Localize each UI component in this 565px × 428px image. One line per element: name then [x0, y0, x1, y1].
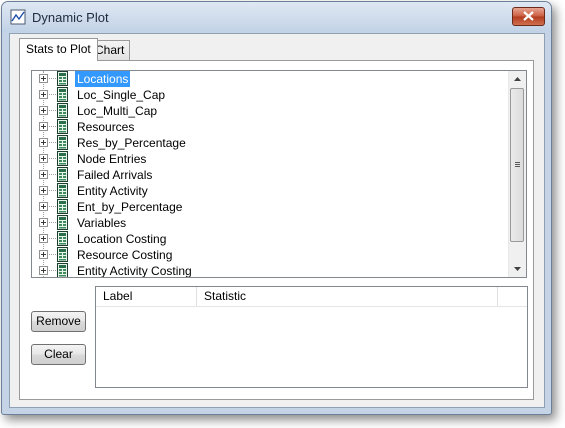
table-icon: [57, 135, 68, 150]
tree-item-label: Location Costing: [77, 232, 167, 246]
scroll-down-button[interactable]: [509, 260, 526, 277]
tree-scrollbar[interactable]: [508, 71, 526, 277]
table-icon: [57, 263, 68, 277]
stats-to-plot-panel: Locations Loc_Single_Cap Loc_Multi_Cap Reso…: [19, 60, 534, 400]
tree-item-label: Variables: [77, 216, 127, 230]
expand-plus-icon[interactable]: [39, 138, 48, 147]
expand-plus-icon[interactable]: [39, 90, 48, 99]
tree-item[interactable]: Res_by_Percentage: [32, 135, 510, 151]
tree-item[interactable]: Resource Costing: [32, 247, 510, 263]
close-icon: [523, 11, 534, 21]
title-bar[interactable]: Dynamic Plot: [2, 2, 551, 32]
tree-item[interactable]: Ent_by_Percentage: [32, 199, 510, 215]
expand-plus-icon[interactable]: [39, 186, 48, 195]
tree-item-label: Failed Arrivals: [77, 168, 153, 182]
tree-item[interactable]: Entity Activity: [32, 183, 510, 199]
tree-connector: [49, 270, 56, 271]
expand-plus-icon[interactable]: [39, 106, 48, 115]
expand-plus-icon[interactable]: [39, 154, 48, 163]
column-header-statistic[interactable]: Statistic: [197, 287, 498, 306]
tree-connector: [49, 158, 56, 159]
tree-connector: [49, 110, 56, 111]
scroll-thumb[interactable]: [510, 88, 524, 242]
tree-item[interactable]: Variables: [32, 215, 510, 231]
tree-item[interactable]: Locations: [32, 71, 510, 87]
tree-connector: [49, 78, 56, 79]
expand-plus-icon[interactable]: [39, 122, 48, 131]
scroll-up-button[interactable]: [509, 71, 526, 88]
tree-item[interactable]: Loc_Single_Cap: [32, 87, 510, 103]
tree-connector: [49, 174, 56, 175]
grip-line: [515, 162, 520, 163]
tree-connector: [49, 254, 56, 255]
table-icon: [57, 151, 68, 166]
tree-item-label: Loc_Multi_Cap: [77, 104, 158, 118]
tree-item-label: Loc_Single_Cap: [77, 88, 166, 102]
window-title: Dynamic Plot: [32, 10, 109, 25]
plot-stats-list[interactable]: Label Statistic: [95, 286, 528, 388]
list-header: Label Statistic: [96, 287, 527, 307]
tree-item[interactable]: Resources: [32, 119, 510, 135]
arrow-down-icon: [514, 267, 521, 271]
tree-item-label: Resources: [77, 120, 135, 134]
dynamic-plot-window: Dynamic Plot Stats to Plot Chart Locatio…: [1, 1, 552, 415]
table-icon: [57, 247, 68, 262]
tree-item-label: Locations: [75, 71, 131, 87]
tree-connector: [49, 238, 56, 239]
grip-line: [515, 164, 520, 165]
expand-plus-icon[interactable]: [39, 250, 48, 259]
table-icon: [57, 199, 68, 214]
dialog-client-area: Stats to Plot Chart Locations Loc_Single_…: [9, 33, 545, 408]
expand-plus-icon[interactable]: [39, 170, 48, 179]
tree-connector: [49, 222, 56, 223]
expand-plus-icon[interactable]: [39, 202, 48, 211]
tab-stats-to-plot[interactable]: Stats to Plot: [19, 38, 98, 61]
tree-item-label: Node Entries: [77, 152, 147, 166]
tree-item[interactable]: Node Entries: [32, 151, 510, 167]
column-header-label[interactable]: Label: [96, 287, 197, 306]
tree-connector: [49, 94, 56, 95]
tree-item-label: Resource Costing: [77, 248, 173, 262]
table-icon: [57, 167, 68, 182]
tree-item-label: Res_by_Percentage: [77, 136, 186, 150]
table-icon: [57, 215, 68, 230]
tree-item-label: Entity Activity: [77, 184, 148, 198]
expand-plus-icon[interactable]: [39, 266, 48, 275]
table-icon: [57, 119, 68, 134]
tree-connector: [49, 126, 56, 127]
tree-item[interactable]: Loc_Multi_Cap: [32, 103, 510, 119]
tree-item-label: Ent_by_Percentage: [77, 200, 183, 214]
expand-plus-icon[interactable]: [39, 218, 48, 227]
table-icon: [57, 231, 68, 246]
expand-plus-icon[interactable]: [39, 234, 48, 243]
tree-connector: [49, 142, 56, 143]
arrow-up-icon: [514, 77, 521, 81]
table-icon: [57, 103, 68, 118]
table-icon: [57, 87, 68, 102]
stats-tree[interactable]: Locations Loc_Single_Cap Loc_Multi_Cap Reso…: [31, 70, 527, 278]
close-button[interactable]: [512, 7, 545, 26]
tree-item[interactable]: Entity Activity Costing: [32, 263, 510, 278]
table-icon: [57, 183, 68, 198]
tree-connector: [49, 190, 56, 191]
table-icon: [57, 71, 68, 86]
tree-item-label: Entity Activity Costing: [77, 264, 192, 278]
tree-item[interactable]: Failed Arrivals: [32, 167, 510, 183]
expand-plus-icon[interactable]: [39, 74, 48, 83]
remove-button[interactable]: Remove: [31, 311, 86, 332]
clear-button[interactable]: Clear: [31, 344, 86, 365]
grip-line: [515, 166, 520, 167]
tree-item[interactable]: Location Costing: [32, 231, 510, 247]
tree-connector: [49, 206, 56, 207]
chart-icon: [10, 9, 26, 25]
